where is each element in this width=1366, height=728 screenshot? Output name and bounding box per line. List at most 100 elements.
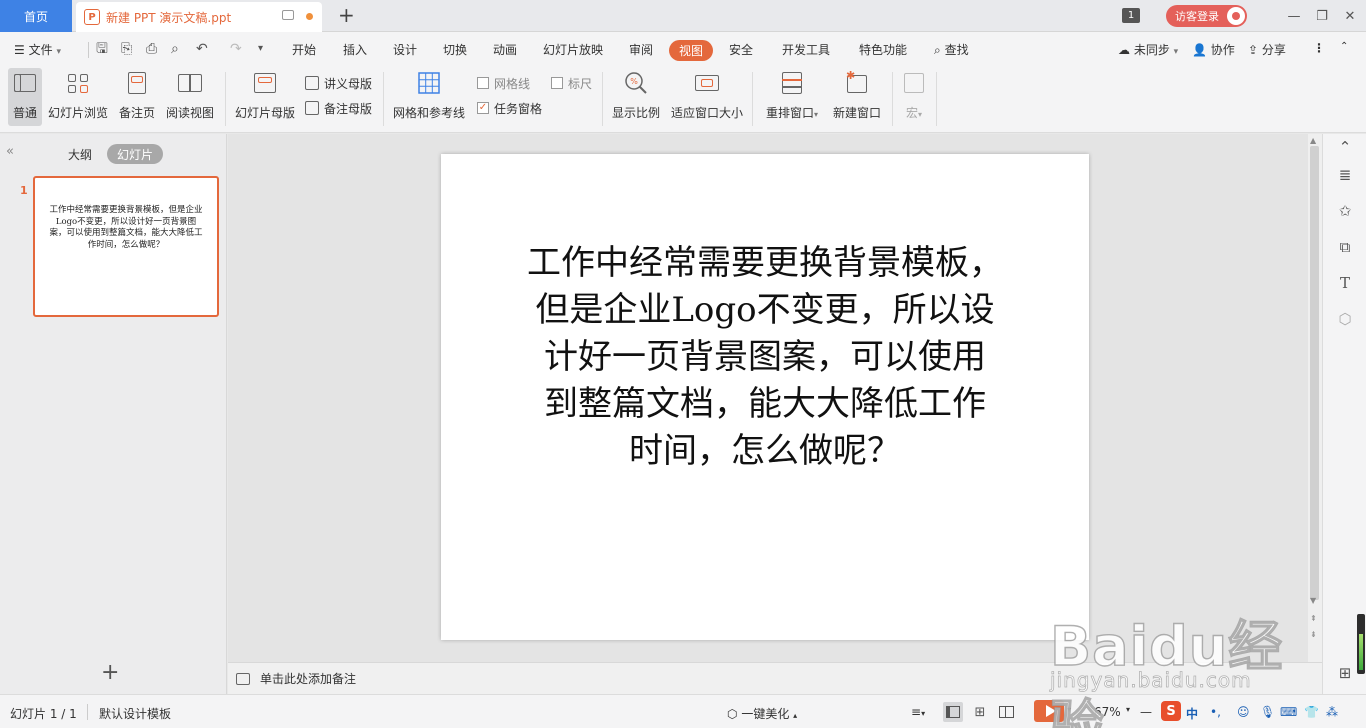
play-slideshow-button[interactable] (1034, 700, 1064, 722)
notes-toggle-icon[interactable]: ≡▾ (911, 705, 925, 719)
tab-view[interactable]: 视图 (669, 40, 713, 61)
add-slide-icon[interactable]: + (101, 662, 119, 684)
normal-view-button[interactable]: 普通 (8, 68, 42, 126)
tab-security[interactable]: 安全 (729, 41, 753, 58)
print-preview-icon[interactable]: ⌕ (171, 41, 179, 57)
sogou-ime-icon[interactable]: S (1161, 701, 1181, 721)
gridlines-check-box[interactable] (477, 77, 489, 89)
task-pane-check-box[interactable]: ✓ (477, 102, 489, 114)
close-icon[interactable]: ✕ (1340, 6, 1360, 26)
normal-view-status-icon[interactable] (943, 702, 963, 722)
restore-icon[interactable]: ❐ (1312, 6, 1332, 26)
right-task-bar: ⌃ ≣ ✩ ⧉ T ⬡ ⊞ (1322, 134, 1366, 694)
monitor-icon[interactable] (282, 10, 294, 20)
cube-icon[interactable]: ⬡ (1336, 310, 1354, 328)
tab-transitions[interactable]: 切换 (443, 41, 467, 58)
microphone-icon[interactable]: 🎙 (1260, 705, 1275, 719)
macro-button[interactable]: 宏▾ (900, 68, 928, 126)
reading-view-button[interactable]: 阅读视图 (164, 68, 216, 126)
tab-outline[interactable]: 大纲 (68, 146, 92, 163)
tab-slideshow[interactable]: 幻灯片放映 (543, 41, 603, 58)
avatar (1227, 7, 1245, 25)
zoom-out-icon[interactable]: — (1140, 705, 1152, 719)
ruler-check-box[interactable] (551, 77, 563, 89)
ime-user-icon[interactable]: 👕 (1304, 705, 1319, 719)
emoji-icon[interactable]: ☺ (1237, 705, 1250, 719)
properties-icon[interactable]: ≣ (1336, 166, 1354, 184)
zoom-level[interactable]: 67% (1094, 705, 1121, 719)
collapse-up-icon[interactable]: ⌃ (1336, 138, 1354, 156)
format-painter-icon[interactable]: ⎘ (121, 41, 132, 57)
tab-developer[interactable]: 开发工具 (782, 41, 830, 58)
tab-review[interactable]: 审阅 (629, 41, 653, 58)
keyboard-icon[interactable]: ⌨ (1280, 705, 1297, 719)
notes-bar[interactable]: 单击此处添加备注 (228, 662, 1322, 694)
copy-slide-icon[interactable]: ⧉ (1336, 238, 1354, 256)
handout-master-button[interactable]: 讲义母版 (305, 74, 372, 92)
tab-insert[interactable]: 插入 (343, 41, 367, 58)
search-command[interactable]: ⌕ 查找 (934, 41, 969, 58)
zoom-button[interactable]: % 显示比例 (610, 68, 662, 126)
notes-master-button[interactable]: 备注母版 (305, 99, 372, 117)
one-click-beautify-button[interactable]: ⬡ 一键美化 ▴ (727, 705, 797, 722)
home-tab[interactable]: 首页 (0, 0, 72, 32)
slide[interactable]: 工作中经常需要更换背景模板， 但是企业Logo不变更，所以设 计好一页背景图案，… (441, 154, 1089, 640)
more-options-icon[interactable]: ⋮ (1313, 41, 1325, 55)
slide-sorter-button[interactable]: 幻灯片浏览 (47, 68, 109, 126)
ime-mode[interactable]: 中 (1186, 705, 1198, 722)
new-tab-plus-icon[interactable]: + (338, 4, 355, 26)
quick-access-dropdown-icon[interactable]: ▾ (258, 41, 263, 57)
slide-master-button[interactable]: 幻灯片母版 (234, 68, 296, 126)
arrange-window-button[interactable]: 重排窗口▾ (762, 68, 822, 126)
previous-slide-icon[interactable]: ⇞ (1310, 614, 1317, 623)
save-icon[interactable]: 🖫 (96, 41, 108, 57)
next-slide-icon[interactable]: ⇟ (1310, 630, 1317, 639)
gridlines-checkbox[interactable]: 网格线 (477, 74, 530, 92)
tab-home[interactable]: 开始 (292, 41, 316, 58)
design-template-name[interactable]: 默认设计模板 (99, 705, 171, 722)
grid-and-guides-button[interactable]: 网格和参考线 (392, 68, 466, 126)
slideshow-dropdown-icon[interactable]: ▾ (1067, 705, 1071, 714)
new-window-button[interactable]: ✱ 新建窗口 (830, 68, 884, 126)
notes-page-label: 备注页 (118, 106, 155, 120)
apps-grid-icon[interactable]: ⊞ (1336, 664, 1354, 682)
punctuation-icon[interactable]: •, (1210, 705, 1221, 719)
scrollbar-thumb[interactable] (1310, 146, 1319, 600)
minimize-icon[interactable]: — (1284, 6, 1304, 26)
document-tab[interactable]: P 新建 PPT 演示文稿.ppt (76, 2, 322, 32)
zoom-dropdown-icon[interactable]: ▾ (1126, 705, 1130, 714)
fit-window-button[interactable]: 适应窗口大小 (669, 68, 745, 126)
tab-slides[interactable]: 幻灯片 (107, 144, 163, 164)
task-pane-checkbox[interactable]: ✓ 任务窗格 (477, 99, 542, 117)
window-count-badge[interactable]: 1 (1122, 8, 1140, 23)
scroll-down-icon[interactable]: ▼ (1310, 596, 1316, 605)
ime-settings-icon[interactable]: ⁂ (1326, 705, 1338, 719)
title-bar: 首页 P 新建 PPT 演示文稿.ppt + 1 访客登录 — ❐ ✕ (0, 0, 1366, 32)
notes-page-button[interactable]: 备注页 (116, 68, 158, 126)
collaborate-button[interactable]: 👤 协作 (1192, 41, 1235, 58)
reading-view-status-icon[interactable] (996, 702, 1016, 722)
text-format-icon[interactable]: T (1336, 274, 1354, 292)
print-icon[interactable]: ⎙ (146, 41, 157, 57)
notes-placeholder[interactable]: 单击此处添加备注 (260, 670, 356, 687)
slide-thumbnail[interactable]: 工作中经常需要更换背景模板，但是企业Logo不变更，所以设计好一页背景图案，可以… (33, 176, 219, 317)
scroll-up-icon[interactable]: ▲ (1310, 136, 1316, 145)
collapse-ribbon-icon[interactable]: ⌃ (1340, 41, 1348, 52)
visitor-login-button[interactable]: 访客登录 (1166, 5, 1247, 27)
slide-text-box[interactable]: 工作中经常需要更换背景模板， 但是企业Logo不变更，所以设 计好一页背景图案，… (481, 240, 1049, 475)
ruler-checkbox[interactable]: 标尺 (551, 74, 592, 92)
tab-animations[interactable]: 动画 (493, 41, 517, 58)
tab-design[interactable]: 设计 (393, 41, 417, 58)
slide-master-label: 幻灯片母版 (234, 106, 295, 120)
tab-special-features[interactable]: 特色功能 (859, 41, 907, 58)
vertical-scrollbar[interactable]: ▲ ▼ ⇞ ⇟ (1308, 134, 1322, 662)
collapse-panel-icon[interactable]: « (6, 144, 14, 159)
sync-status[interactable]: ☁ 未同步 ▾ (1118, 41, 1178, 58)
share-button[interactable]: ⇪ 分享 (1248, 41, 1286, 58)
slide-sorter-icon (65, 70, 91, 96)
undo-icon[interactable]: ↶ (196, 41, 208, 57)
redo-icon[interactable]: ↷ (230, 41, 242, 57)
animation-icon[interactable]: ✩ (1336, 202, 1354, 220)
slide-sorter-status-icon[interactable]: ⊞ (970, 702, 990, 722)
file-menu[interactable]: ☰ 文件 ▾ (14, 41, 61, 58)
